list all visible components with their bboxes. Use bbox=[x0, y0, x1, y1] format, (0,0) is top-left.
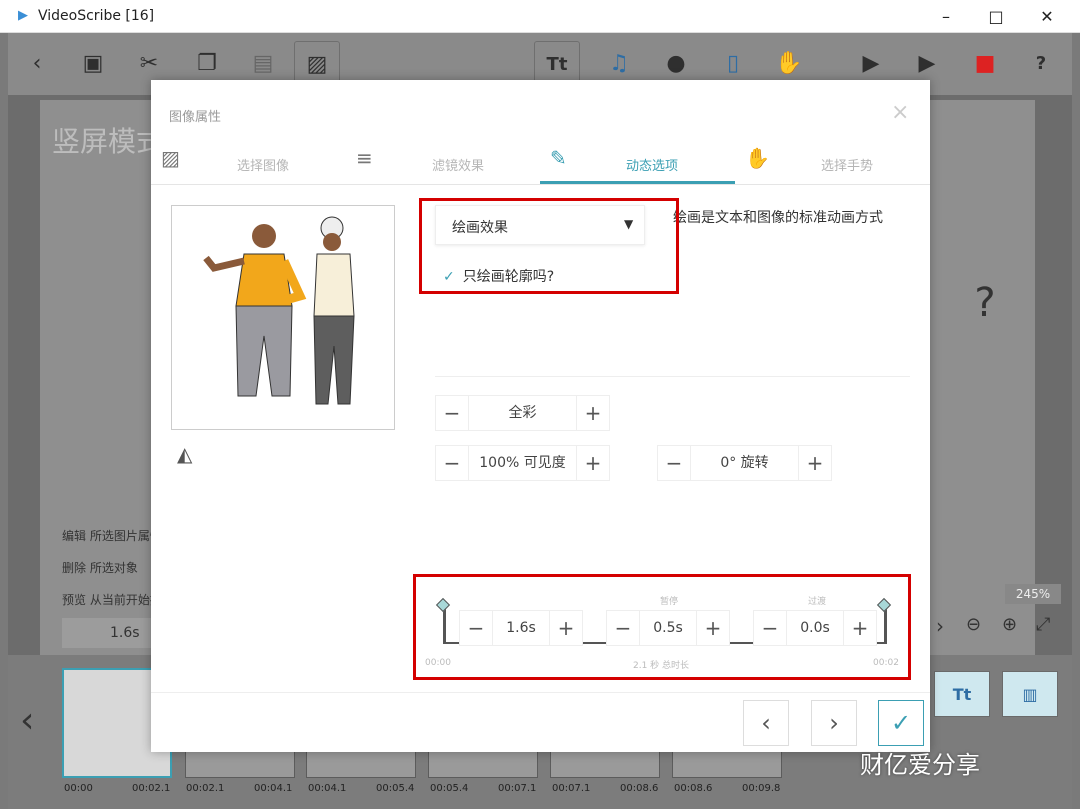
image-properties-dialog: 图像属性 × ▨ 选择图像 ≡ 滤镜效果 ✎ 动态选项 ✋ 选择手势 ◭ 绘画效… bbox=[151, 80, 930, 752]
delete-hint: 删除 所选对象 bbox=[62, 561, 138, 575]
help-icon[interactable]: ? bbox=[1018, 41, 1064, 87]
save-icon[interactable]: ▣ bbox=[70, 41, 116, 87]
fit-screen-icon[interactable]: ⤢ bbox=[1036, 614, 1050, 635]
hand-icon: ✋ bbox=[745, 146, 770, 170]
dialog-close-button[interactable]: × bbox=[891, 100, 909, 125]
pause-time-stepper[interactable]: − 0.5s + bbox=[606, 610, 730, 646]
record-icon[interactable]: ■ bbox=[962, 41, 1008, 87]
timeline-prev-icon[interactable]: ‹ bbox=[20, 700, 34, 741]
timeline-label: 00:09.8 bbox=[742, 783, 781, 794]
duration-field[interactable]: 1.6s bbox=[62, 618, 152, 648]
animate-time-stepper[interactable]: − 1.6s + bbox=[459, 610, 583, 646]
decrement-button[interactable]: − bbox=[607, 616, 639, 640]
pencil-icon: ✎ bbox=[550, 146, 567, 170]
filter-icon: ≡ bbox=[356, 146, 373, 170]
decrement-button[interactable]: − bbox=[658, 451, 690, 475]
timeline-label: 00:05.4 bbox=[376, 783, 415, 794]
timeline-label: 00:04.1 bbox=[254, 783, 293, 794]
timeline-label: 00:04.1 bbox=[308, 783, 347, 794]
timeline-label: 00:07.1 bbox=[552, 783, 591, 794]
zoom-level: 245% bbox=[1005, 584, 1061, 604]
tab-divider bbox=[151, 184, 930, 185]
add-text-button[interactable]: Tt bbox=[934, 671, 990, 717]
maximize-button[interactable]: □ bbox=[973, 0, 1019, 33]
decrement-button[interactable]: − bbox=[436, 451, 468, 475]
rotation-value: 0° 旋转 bbox=[690, 446, 799, 480]
transition-time-stepper[interactable]: − 0.0s + bbox=[753, 610, 877, 646]
increment-button[interactable]: + bbox=[577, 451, 609, 475]
tab-label: 动态选项 bbox=[626, 159, 679, 174]
timeline-label: 00:08.6 bbox=[620, 783, 659, 794]
tab-choose-image[interactable]: ▨ 选择图像 bbox=[151, 138, 346, 184]
back-icon[interactable]: ‹ bbox=[14, 41, 60, 87]
close-window-button[interactable]: ✕ bbox=[1024, 0, 1070, 33]
tab-label: 选择手势 bbox=[821, 159, 874, 174]
increment-button[interactable]: + bbox=[577, 401, 609, 425]
pause-time-value: 0.5s bbox=[639, 611, 697, 645]
footer-divider bbox=[151, 692, 930, 693]
zoom-out-icon[interactable]: ⊖ bbox=[966, 614, 981, 635]
window-titlebar: ▶ VideoScribe [16] – □ ✕ bbox=[0, 0, 1080, 33]
timing-end-time: 00:02 bbox=[873, 658, 899, 668]
flip-icon[interactable]: ◭ bbox=[177, 442, 192, 466]
app-icon: ▶ bbox=[18, 8, 28, 23]
transition-time-value: 0.0s bbox=[786, 611, 844, 645]
decrement-button[interactable]: − bbox=[460, 616, 492, 640]
timing-start-time: 00:00 bbox=[425, 658, 451, 668]
dialog-title: 图像属性 bbox=[169, 110, 222, 125]
edit-hint: 编辑 所选图片属性 bbox=[62, 529, 162, 543]
animation-description: 绘画是文本和图像的标准动画方式 bbox=[673, 210, 883, 226]
increment-button[interactable]: + bbox=[799, 451, 831, 475]
timeline-label: 00:08.6 bbox=[674, 783, 713, 794]
increment-button[interactable]: + bbox=[697, 616, 729, 640]
timeline-label: 00:02.1 bbox=[132, 783, 171, 794]
image-icon: ▨ bbox=[161, 146, 180, 170]
color-mode-stepper[interactable]: − 全彩 + bbox=[435, 395, 610, 431]
rotation-stepper[interactable]: − 0° 旋转 + bbox=[657, 445, 832, 481]
timeline-label: 00:02.1 bbox=[186, 783, 225, 794]
decrement-button[interactable]: − bbox=[754, 616, 786, 640]
increment-button[interactable]: + bbox=[550, 616, 582, 640]
timeline-label: 00:05.4 bbox=[430, 783, 469, 794]
visibility-value: 100% 可见度 bbox=[468, 446, 577, 480]
next-button[interactable]: › bbox=[811, 700, 857, 746]
total-duration: 2.1 秒 总时长 bbox=[633, 661, 690, 671]
highlight-box-animation bbox=[419, 198, 679, 294]
previous-button[interactable]: ‹ bbox=[743, 700, 789, 746]
stage-title: 竖屏模式 bbox=[52, 125, 165, 158]
chart-icon[interactable]: ▥ bbox=[1002, 671, 1058, 717]
image-preview bbox=[171, 205, 395, 430]
tab-choose-hand[interactable]: ✋ 选择手势 bbox=[735, 138, 930, 184]
timeline-label: 00:07.1 bbox=[498, 783, 537, 794]
confirm-button[interactable]: ✓ bbox=[878, 700, 924, 746]
scroll-right-icon[interactable]: › bbox=[936, 614, 944, 638]
zoom-in-icon[interactable]: ⊕ bbox=[1002, 614, 1017, 635]
color-mode-value: 全彩 bbox=[468, 396, 577, 430]
tab-filter-effects[interactable]: ≡ 滤镜效果 bbox=[346, 138, 541, 184]
animate-time-value: 1.6s bbox=[492, 611, 550, 645]
minimize-button[interactable]: – bbox=[923, 0, 969, 33]
tab-label: 选择图像 bbox=[237, 159, 290, 174]
pause-label: 暂停 bbox=[660, 597, 679, 607]
section-divider bbox=[435, 376, 910, 377]
increment-button[interactable]: + bbox=[844, 616, 876, 640]
visibility-stepper[interactable]: − 100% 可见度 + bbox=[435, 445, 610, 481]
two-men-illustration bbox=[203, 216, 355, 405]
timeline-label: 00:00 bbox=[64, 783, 93, 794]
decrement-button[interactable]: − bbox=[436, 401, 468, 425]
tab-label: 滤镜效果 bbox=[432, 159, 485, 174]
watermark-text: 财亿爱分享 bbox=[860, 751, 980, 779]
thinking-man-figure: ? bbox=[974, 280, 996, 326]
transition-label: 过渡 bbox=[808, 597, 827, 607]
window-title: VideoScribe [16] bbox=[38, 8, 155, 24]
tab-animation-options[interactable]: ✎ 动态选项 bbox=[540, 138, 735, 184]
